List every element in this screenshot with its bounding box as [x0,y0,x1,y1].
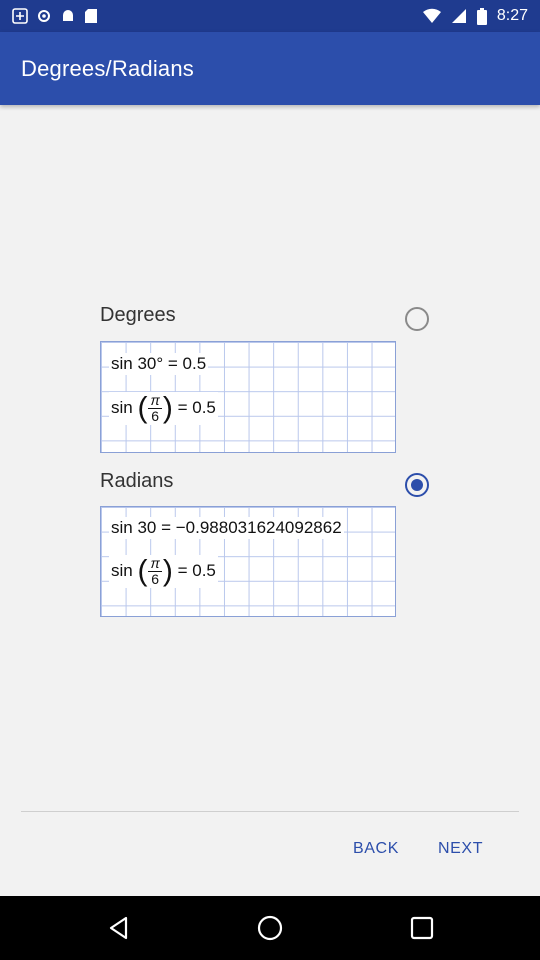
degrees-radio[interactable] [405,307,429,331]
radians-formula-1: sin 30 = −0.988031624092862 [109,517,344,539]
degrees-formula-1: sin 30° = 0.5 [109,353,209,375]
notification-icon [12,8,28,24]
formula-result: = 0.5 [177,560,216,580]
degrees-label: Degrees [100,304,176,326]
radians-radio[interactable] [405,473,429,497]
wifi-icon [422,8,441,23]
pi-over-6-fraction: π6 [148,392,162,424]
app-bar: Degrees/Radians [0,32,540,105]
page-title: Degrees/Radians [21,56,194,81]
settings-icon [38,10,50,22]
android-icon [63,10,73,21]
footer-divider [21,811,519,812]
formula-result: = 0.5 [177,397,216,417]
recents-nav-icon[interactable] [410,916,434,940]
home-nav-icon[interactable] [256,914,284,942]
system-nav-bar [0,896,540,960]
sd-card-icon [85,9,97,23]
degrees-example-card: sin 30° = 0.5 sin (π 6) = 0.5 [100,341,396,453]
next-button[interactable]: NEXT [438,840,483,858]
back-button[interactable]: BACK [353,840,399,858]
sin-label: sin [111,560,133,580]
pi-over-6-fraction: π6 [148,555,162,587]
radians-example-card: sin 30 = −0.988031624092862 sin (π 6) = 0… [100,506,396,617]
status-right-icons: 8:27 [422,0,528,32]
battery-icon [476,7,487,25]
radians-formula-2: sin (π 6) = 0.5 [109,554,218,588]
sin-label: sin [111,397,133,417]
signal-icon [451,9,466,23]
status-time: 8:27 [496,7,528,24]
degrees-formula-2: sin (π 6) = 0.5 [109,391,218,425]
back-nav-icon[interactable] [106,915,132,941]
status-bar: 8:27 [0,0,540,32]
status-left-icons [12,0,98,32]
radians-label: Radians [100,470,174,492]
